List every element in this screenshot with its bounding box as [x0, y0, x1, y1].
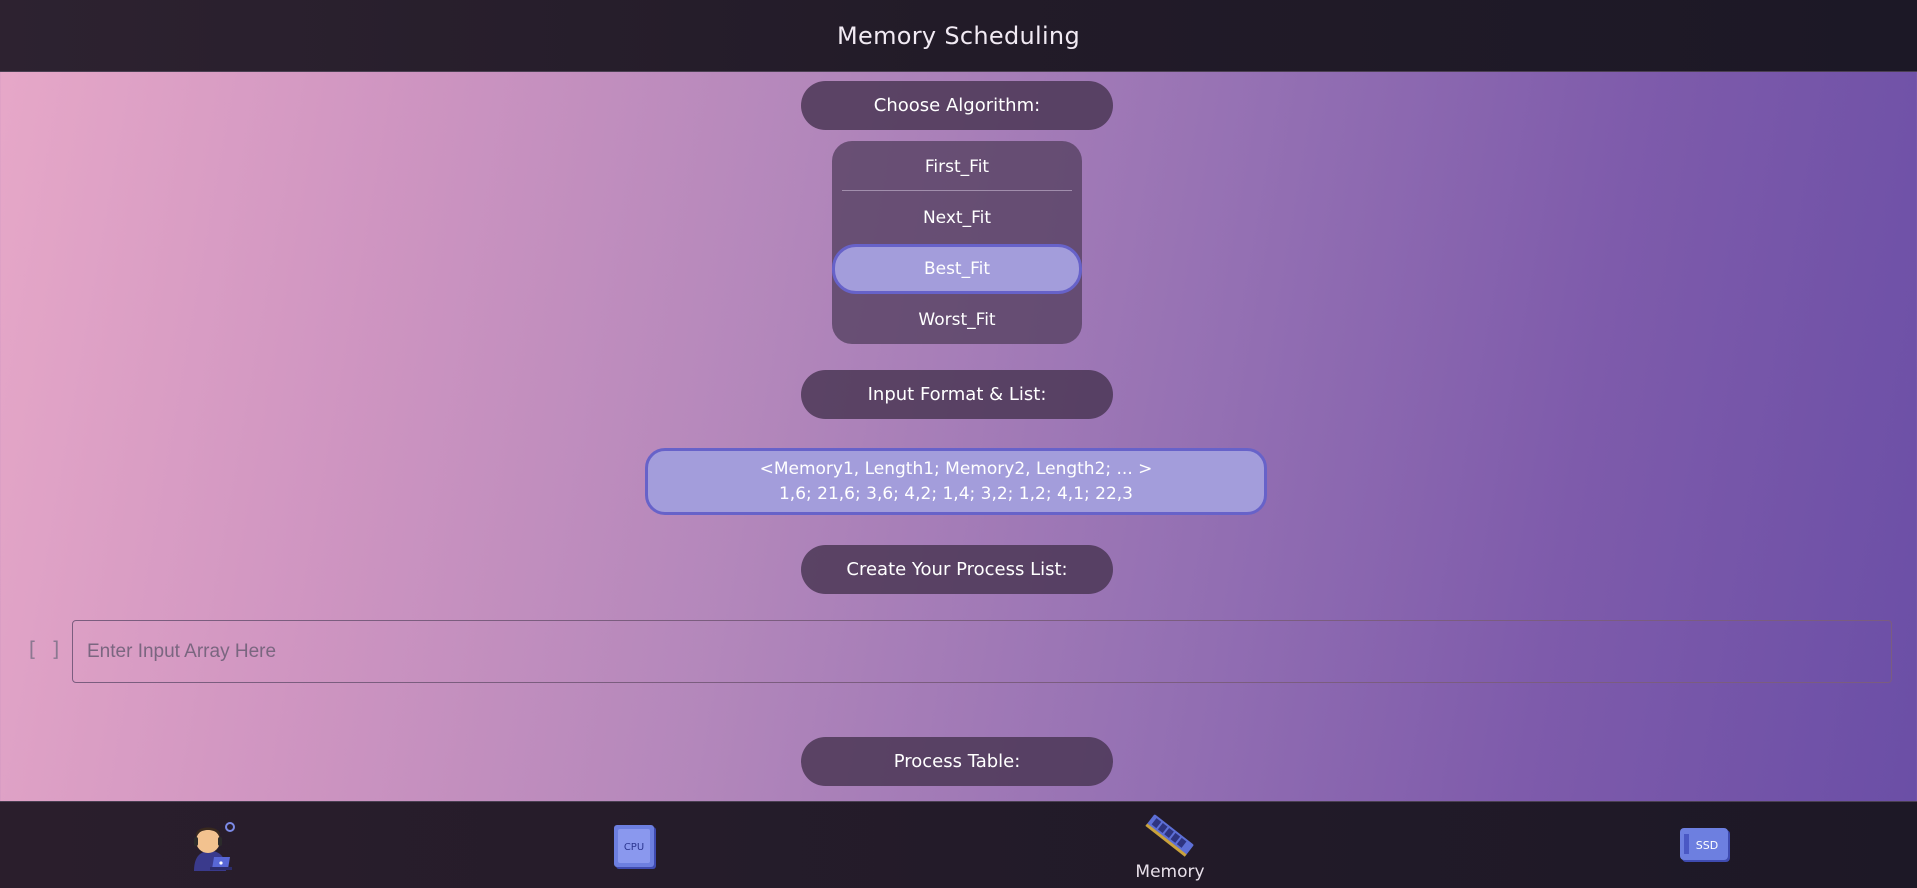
choose-algorithm-heading: Choose Algorithm: [801, 81, 1113, 130]
process-table-heading: Process Table: [801, 737, 1113, 786]
support-agent-icon [194, 821, 235, 871]
format-example-text: 1,6; 21,6; 3,6; 4,2; 1,4; 3,2; 1,2; 4,1;… [778, 483, 1133, 504]
algorithm-option-label: Next_Fit [922, 208, 992, 228]
algorithm-option-first-fit[interactable]: First_Fit [832, 145, 1082, 189]
cpu-chip-icon: CPU [614, 824, 656, 869]
format-template-text: <Memory1, Length1; Memory2, Length2; ...… [759, 458, 1153, 479]
nav-home[interactable] [175, 802, 245, 888]
page-title: Memory Scheduling [837, 21, 1080, 50]
algorithm-option-label: First_Fit [924, 157, 990, 177]
ssd-text: SSD [1696, 839, 1718, 852]
nav-ssd[interactable]: SSD [1675, 802, 1735, 888]
bottom-nav-bar: CPU Memory SSD [0, 801, 1917, 888]
algorithm-option-next-fit[interactable]: Next_Fit [832, 196, 1082, 240]
algorithm-option-label: Worst_Fit [918, 310, 996, 330]
choose-algorithm-label: Choose Algorithm: [873, 95, 1041, 116]
memory-stick-icon [1145, 814, 1194, 857]
nav-cpu[interactable]: CPU [605, 802, 665, 888]
process-array-input[interactable] [72, 620, 1892, 683]
algorithm-option-best-fit[interactable]: Best_Fit [832, 244, 1082, 294]
create-process-list-heading: Create Your Process List: [801, 545, 1113, 594]
algorithm-option-worst-fit[interactable]: Worst_Fit [832, 298, 1082, 342]
array-brackets-icon: [ ] [26, 637, 63, 661]
algorithm-list: First_Fit Next_Fit Best_Fit Worst_Fit [832, 141, 1082, 344]
cpu-text: CPU [624, 842, 644, 853]
process-table-label: Process Table: [893, 751, 1021, 772]
nav-memory[interactable]: Memory [1130, 802, 1210, 888]
input-format-box: <Memory1, Length1; Memory2, Length2; ...… [645, 448, 1267, 515]
algorithm-option-label: Best_Fit [923, 259, 991, 279]
input-format-label: Input Format & List: [867, 384, 1047, 405]
nav-memory-label: Memory [1135, 861, 1205, 882]
create-process-list-label: Create Your Process List: [846, 559, 1068, 580]
top-app-bar: Memory Scheduling [0, 0, 1917, 72]
ssd-drive-icon: SSD [1680, 827, 1730, 862]
algorithm-divider [842, 190, 1072, 191]
input-format-heading: Input Format & List: [801, 370, 1113, 419]
